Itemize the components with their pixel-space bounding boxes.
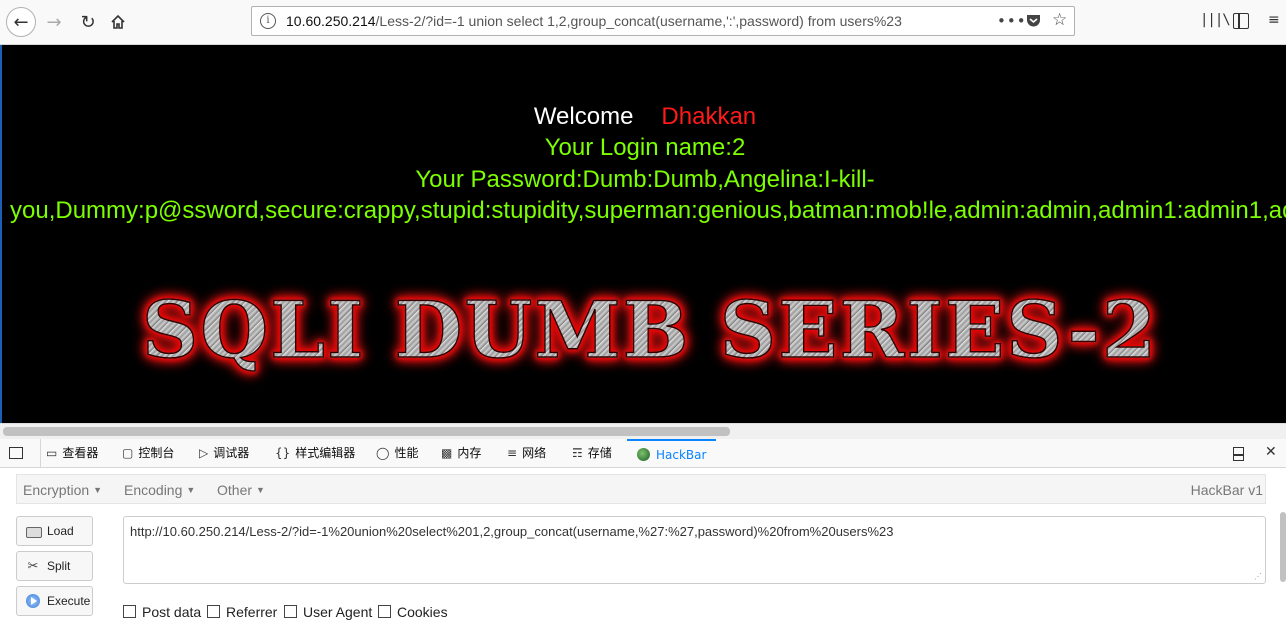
forward-button[interactable]: → — [40, 8, 68, 36]
inspector-icon: ▭ — [46, 446, 58, 460]
console-icon: ▢ — [122, 446, 134, 460]
devtools-tabbar: ▭ 查看器 ▢ 控制台 ▷ 调试器 {} 样式编辑器 ◯ 性能 ▩ 内存 ≡ 网络 ☶ 存储 H… — [0, 439, 1286, 468]
checkbox-label: User Agent — [303, 604, 373, 620]
reload-button[interactable]: ↻ — [74, 8, 102, 36]
tab-label: HackBar — [656, 448, 707, 462]
welcome-line: Welcome Dhakkan — [2, 103, 1286, 131]
checkbox-box[interactable] — [207, 605, 220, 618]
browser-toolbar: ← → ↻ i 10.60.250.214/Less-2/?id=-1 unio… — [0, 0, 1286, 45]
user-agent-checkbox[interactable]: User Agent — [284, 604, 372, 620]
tab-memory[interactable]: ▩ 内存 — [441, 439, 481, 467]
network-icon: ≡ — [507, 446, 518, 460]
hackbar-menu: Encryption ▼ Encoding ▼ Other ▼ HackBar v1 — [16, 474, 1266, 504]
url-host: 10.60.250.214 — [286, 13, 376, 29]
login-name-text: Your Login name:2 — [544, 134, 746, 161]
checkbox-label: Post data — [142, 604, 202, 620]
url-text[interactable]: 10.60.250.214/Less-2/?id=-1 union select… — [286, 13, 902, 29]
home-icon — [111, 14, 125, 29]
tab-label: 控制台 — [138, 446, 175, 460]
menu-label: Other — [217, 482, 253, 498]
storage-icon: ☶ — [572, 446, 583, 460]
banner: SQLI DUMB SERIES-2 — [2, 281, 1286, 381]
tab-separator — [40, 439, 41, 467]
checkbox-box[interactable] — [123, 605, 136, 618]
scissors-icon: ✂ — [27, 558, 39, 573]
page-actions-icon[interactable]: ••• — [997, 12, 1027, 30]
tab-style-editor[interactable]: {} 样式编辑器 — [275, 439, 355, 467]
pocket-icon[interactable] — [1026, 14, 1041, 28]
vertical-scrollbar[interactable] — [1280, 512, 1286, 582]
split-url-button[interactable]: ✂Split URL — [16, 551, 93, 601]
post-data-checkbox[interactable]: Post data — [123, 604, 201, 620]
tab-performance[interactable]: ◯ 性能 — [376, 439, 418, 467]
reload-icon: ↻ — [80, 11, 96, 33]
caret-down-icon: ▼ — [93, 485, 103, 495]
tab-label: 内存 — [457, 446, 482, 460]
scrollbar-thumb[interactable] — [3, 427, 730, 436]
menu-encryption[interactable]: Encryption ▼ — [23, 482, 102, 498]
home-button[interactable] — [104, 8, 132, 36]
hackbar-panel: Encryption ▼ Encoding ▼ Other ▼ HackBar v1 … — [0, 468, 1286, 634]
back-button[interactable]: ← — [6, 7, 36, 37]
caret-down-icon: ▼ — [256, 485, 265, 495]
close-icon[interactable]: ✕ — [1265, 444, 1277, 460]
welcome-text: Welcome — [533, 103, 634, 130]
checkbox-label: Cookies — [397, 604, 448, 620]
welcome-name: Dhakkan — [661, 103, 757, 130]
arrow-left-icon: ← — [13, 11, 29, 33]
sidebar-icon[interactable] — [1233, 13, 1249, 29]
menu-encoding[interactable]: Encoding ▼ — [124, 482, 195, 498]
tab-network[interactable]: ≡ 网络 — [507, 439, 546, 467]
referrer-checkbox[interactable]: Referrer — [207, 604, 277, 620]
caret-down-icon: ▼ — [186, 485, 196, 495]
load-icon — [26, 527, 42, 538]
cookies-checkbox[interactable]: Cookies — [378, 604, 448, 620]
tab-label: 网络 — [522, 446, 547, 460]
memory-icon: ▩ — [441, 446, 453, 460]
tab-inspector[interactable]: ▭ 查看器 — [46, 439, 98, 467]
tab-debugger[interactable]: ▷ 调试器 — [199, 439, 249, 467]
password-text-line1: Your Password:Dumb:Dumb,Angelina:I-kill- — [415, 166, 875, 193]
tab-label: 存储 — [587, 446, 612, 460]
tab-label: 样式编辑器 — [295, 446, 356, 460]
library-icon[interactable]: |||\ — [1200, 12, 1231, 28]
banner-title: SQLI DUMB SERIES-2 — [141, 281, 1158, 381]
tab-label: 调试器 — [213, 446, 250, 460]
element-picker-icon — [9, 447, 23, 459]
menu-other[interactable]: Other ▼ — [217, 482, 265, 498]
horizontal-scrollbar[interactable] — [0, 423, 1286, 439]
execute-button[interactable]: Execute — [16, 586, 93, 616]
checkbox-label: Referrer — [226, 604, 278, 620]
play-icon — [26, 594, 40, 608]
hackbar-version: HackBar v1 — [1190, 482, 1263, 498]
arrow-right-icon: → — [46, 11, 62, 33]
load-url-button[interactable]: Load URL — [16, 516, 93, 566]
url-bar[interactable]: i 10.60.250.214/Less-2/?id=-1 union sele… — [251, 6, 1075, 36]
menu-label: Encoding — [124, 482, 183, 498]
url-path: /Less-2/?id=-1 union select 1,2,group_co… — [375, 13, 902, 29]
resize-handle-icon[interactable]: ⋰ — [1254, 572, 1262, 581]
checkbox-box[interactable] — [378, 605, 391, 618]
tab-storage[interactable]: ☶ 存储 — [572, 439, 612, 467]
tab-label: 查看器 — [62, 446, 99, 460]
info-icon[interactable]: i — [260, 13, 276, 29]
dock-side-icon[interactable] — [1233, 447, 1244, 461]
debugger-icon: ▷ — [199, 446, 209, 460]
checkbox-box[interactable] — [284, 605, 297, 618]
button-label: Execute — [47, 594, 91, 608]
menu-icon[interactable]: ≡ — [1268, 12, 1280, 28]
url-textarea[interactable]: http://10.60.250.214/Less-2/?id=-1%20uni… — [123, 516, 1266, 584]
tab-label: 性能 — [394, 446, 419, 460]
password-text-line2: you,Dummy:p@ssword,secure:crappy,stupid:… — [10, 197, 1286, 224]
menu-label: Encryption — [23, 482, 90, 498]
tab-hackbar[interactable]: HackBar — [627, 439, 717, 467]
url-value: http://10.60.250.214/Less-2/?id=-1%20uni… — [130, 524, 894, 539]
page-content: Welcome Dhakkan Your Login name:2 Your Pa… — [0, 45, 1286, 423]
element-picker-button[interactable] — [9, 439, 27, 467]
performance-icon: ◯ — [376, 446, 390, 460]
style-editor-icon: {} — [275, 446, 291, 460]
hackbar-icon — [637, 448, 650, 461]
tab-console[interactable]: ▢ 控制台 — [122, 439, 174, 467]
bookmark-star-icon[interactable]: ☆ — [1052, 10, 1067, 30]
